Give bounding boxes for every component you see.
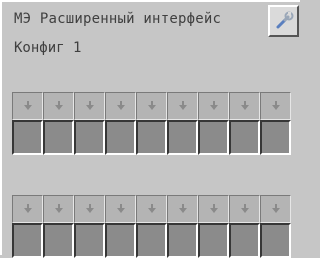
config-slot[interactable]	[229, 120, 260, 155]
down-arrow-icon	[116, 101, 125, 110]
down-arrow-icon	[54, 204, 63, 213]
down-arrow-icon	[85, 101, 94, 110]
down-arrow-icon	[147, 101, 156, 110]
arrow-slot[interactable]	[12, 92, 43, 120]
config-slot[interactable]	[12, 120, 43, 155]
down-arrow-icon	[178, 101, 187, 110]
config-cell	[260, 195, 291, 258]
down-arrow-icon	[178, 204, 187, 213]
down-arrow-icon	[23, 101, 32, 110]
arrow-slot[interactable]	[74, 195, 105, 223]
config-slot-grid-1	[12, 92, 291, 155]
config-slot[interactable]	[198, 120, 229, 155]
settings-wrench-button[interactable]	[268, 5, 299, 37]
config-cell	[260, 92, 291, 155]
config-cell	[229, 92, 260, 155]
config-cell	[74, 92, 105, 155]
arrow-slot[interactable]	[260, 195, 291, 223]
arrow-slot[interactable]	[105, 92, 136, 120]
arrow-slot[interactable]	[136, 195, 167, 223]
arrow-slot[interactable]	[136, 92, 167, 120]
arrow-slot[interactable]	[43, 92, 74, 120]
wrench-icon	[276, 11, 293, 29]
config-slot-grid-2	[12, 195, 291, 258]
config-slot[interactable]	[198, 223, 229, 258]
config-slot[interactable]	[74, 120, 105, 155]
config-cell	[105, 195, 136, 258]
down-arrow-icon	[23, 204, 32, 213]
config-slot[interactable]	[43, 120, 74, 155]
config-cell	[136, 92, 167, 155]
arrow-slot[interactable]	[229, 92, 260, 120]
down-arrow-icon	[240, 204, 249, 213]
config-cell	[74, 195, 105, 258]
down-arrow-icon	[271, 101, 280, 110]
interface-window: МЭ Расширенный интерфейс Конфиг 1	[0, 0, 300, 258]
down-arrow-icon	[240, 101, 249, 110]
arrow-slot[interactable]	[260, 92, 291, 120]
config-cell	[12, 92, 43, 155]
config-cell	[12, 195, 43, 258]
config-slot[interactable]	[229, 223, 260, 258]
config-slot[interactable]	[260, 223, 291, 258]
arrow-slot[interactable]	[74, 92, 105, 120]
arrow-slot[interactable]	[12, 195, 43, 223]
arrow-slot[interactable]	[43, 195, 74, 223]
config-slot[interactable]	[167, 120, 198, 155]
config-slot[interactable]	[136, 223, 167, 258]
arrow-slot[interactable]	[198, 195, 229, 223]
down-arrow-icon	[54, 101, 63, 110]
config-slot[interactable]	[74, 223, 105, 258]
arrow-slot[interactable]	[198, 92, 229, 120]
arrow-slot[interactable]	[167, 195, 198, 223]
arrow-slot[interactable]	[229, 195, 260, 223]
config-slot[interactable]	[12, 223, 43, 258]
config-cell	[198, 92, 229, 155]
down-arrow-icon	[147, 204, 156, 213]
config-cell	[105, 92, 136, 155]
config-cell	[167, 195, 198, 258]
down-arrow-icon	[85, 204, 94, 213]
config-cell	[136, 195, 167, 258]
down-arrow-icon	[209, 101, 218, 110]
down-arrow-icon	[209, 204, 218, 213]
config-slot[interactable]	[136, 120, 167, 155]
window-title: МЭ Расширенный интерфейс	[14, 11, 222, 27]
config-slot[interactable]	[105, 223, 136, 258]
config-cell	[198, 195, 229, 258]
config-slot[interactable]	[105, 120, 136, 155]
config-cell	[43, 92, 74, 155]
arrow-slot[interactable]	[105, 195, 136, 223]
down-arrow-icon	[271, 204, 280, 213]
config-slot[interactable]	[167, 223, 198, 258]
config-cell	[167, 92, 198, 155]
config-slot[interactable]	[260, 120, 291, 155]
config-label: Конфиг 1	[14, 40, 82, 56]
down-arrow-icon	[116, 204, 125, 213]
config-cell	[229, 195, 260, 258]
arrow-slot[interactable]	[167, 92, 198, 120]
config-cell	[43, 195, 74, 258]
config-slot[interactable]	[43, 223, 74, 258]
